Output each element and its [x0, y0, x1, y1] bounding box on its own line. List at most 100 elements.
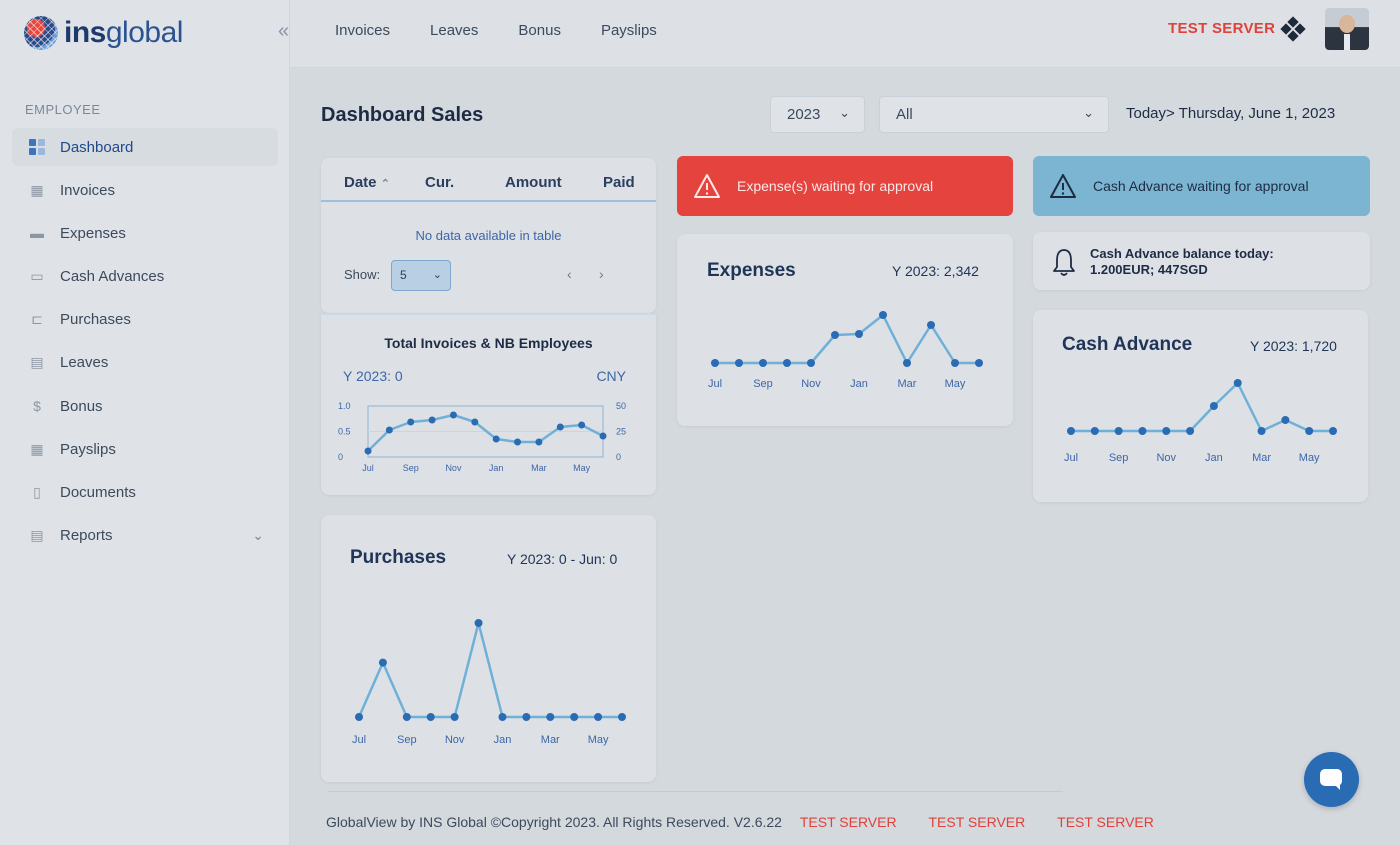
topnav-invoices[interactable]: Invoices: [335, 22, 390, 39]
x-tick-label: Jul: [1064, 452, 1078, 464]
data-point: [471, 419, 478, 426]
collapse-sidebar-icon[interactable]: «: [278, 20, 289, 43]
test-server-label: TEST SERVER: [1168, 20, 1275, 37]
x-tick-label: Jan: [850, 378, 868, 390]
x-tick-label: May: [588, 734, 609, 746]
footer-test-server: TEST SERVER: [929, 814, 1026, 830]
data-point: [855, 330, 863, 338]
data-point: [1329, 427, 1337, 435]
data-point: [403, 713, 411, 721]
sidebar-item-invoices[interactable]: ▦ Invoices: [12, 171, 278, 209]
sidebar-item-documents[interactable]: ▯ Documents: [12, 474, 278, 512]
year-select-value: 2023: [787, 106, 820, 123]
data-point: [475, 619, 483, 627]
chevron-down-icon: ⌄: [252, 527, 264, 544]
column-currency[interactable]: Cur.: [425, 174, 454, 191]
cash-advance-card: Cash Advance Y 2023: 1,720 JulSepNovJanM…: [1033, 310, 1368, 502]
data-point: [578, 422, 585, 429]
column-amount[interactable]: Amount: [505, 174, 562, 191]
data-point: [1162, 427, 1170, 435]
data-point: [879, 311, 887, 319]
purchases-chart: JulSepNovJanMarMay: [321, 515, 656, 782]
sidebar-item-leaves[interactable]: ▤ Leaves: [12, 344, 278, 382]
sidebar-item-label: Leaves: [60, 354, 108, 371]
expenses-card: Expenses Y 2023: 2,342 JulSepNovJanMarMa…: [677, 234, 1013, 426]
x-tick-label: May: [573, 463, 591, 473]
apps-icon[interactable]: [1282, 18, 1304, 40]
chat-button[interactable]: [1304, 752, 1359, 807]
column-paid[interactable]: Paid: [603, 174, 635, 191]
sidebar-item-label: Documents: [60, 484, 136, 501]
data-point: [903, 359, 911, 367]
data-point: [514, 439, 521, 446]
brand-ins: ins: [64, 16, 106, 49]
brand-logo[interactable]: insglobal: [24, 15, 183, 51]
next-page-icon[interactable]: ›: [599, 266, 604, 282]
cash-icon: ▭: [28, 268, 46, 286]
data-point: [759, 359, 767, 367]
sidebar-item-expenses[interactable]: ▬ Expenses: [12, 214, 278, 252]
sidebar-item-purchases[interactable]: ⊏ Purchases: [12, 301, 278, 339]
sort-asc-icon: ⌃: [381, 178, 390, 190]
x-tick-label: Jan: [1205, 452, 1223, 464]
data-point: [557, 424, 564, 431]
topbar: Invoices Leaves Bonus Payslips TEST SERV…: [290, 0, 1400, 68]
warning-icon: [1049, 173, 1077, 199]
y-right-tick-label: 50: [616, 401, 626, 411]
sidebar-item-reports[interactable]: ▤ Reports ⌄: [12, 517, 278, 555]
cash-advance-approval-alert[interactable]: Cash Advance waiting for approval: [1033, 156, 1370, 216]
sidebar-item-label: Expenses: [60, 225, 126, 242]
series-line: [368, 415, 603, 451]
data-point: [379, 659, 387, 667]
data-point: [1115, 427, 1123, 435]
sidebar-item-label: Bonus: [60, 398, 103, 415]
prev-page-icon[interactable]: ‹: [567, 266, 572, 282]
data-point: [1234, 379, 1242, 387]
expense-approval-alert[interactable]: Expense(s) waiting for approval: [677, 156, 1013, 216]
column-date[interactable]: Date ⌃: [344, 174, 390, 191]
data-point: [365, 448, 372, 455]
purchases-card: Purchases Y 2023: 0 - Jun: 0 JulSepNovJa…: [321, 515, 656, 782]
chevron-down-icon: ⌄: [433, 268, 442, 281]
sidebar-item-label: Purchases: [60, 311, 131, 328]
sidebar-item-payslips[interactable]: ▦ Payslips: [12, 430, 278, 468]
globe-logo-icon: [24, 16, 58, 50]
data-point: [1210, 402, 1218, 410]
data-point: [355, 713, 363, 721]
brand-global: global: [106, 16, 183, 49]
data-point: [522, 713, 530, 721]
year-select[interactable]: 2023 ⌄: [770, 96, 865, 133]
page-size-select[interactable]: 5 ⌄: [391, 260, 451, 291]
sidebar-item-bonus[interactable]: $ Bonus: [12, 387, 278, 425]
data-point: [427, 713, 435, 721]
filter-select[interactable]: All ⌄: [879, 96, 1109, 133]
x-tick-label: Jul: [708, 378, 722, 390]
y-left-tick-label: 0: [338, 452, 343, 462]
data-point: [1281, 416, 1289, 424]
topnav-leaves[interactable]: Leaves: [430, 22, 478, 39]
sidebar-item-cash-advances[interactable]: ▭ Cash Advances: [12, 258, 278, 296]
avatar[interactable]: [1325, 8, 1369, 50]
invoices-chart-card: Total Invoices & NB Employees Y 2023: 0 …: [321, 313, 656, 495]
x-tick-label: Mar: [898, 378, 917, 390]
data-point: [450, 412, 457, 419]
x-tick-label: Nov: [801, 378, 821, 390]
column-date-label: Date: [344, 174, 377, 191]
data-point: [951, 359, 959, 367]
page-title: Dashboard Sales: [321, 104, 483, 127]
sidebar-section-title: EMPLOYEE: [25, 102, 101, 117]
chevron-down-icon: ⌄: [839, 105, 850, 121]
top-navigation: Invoices Leaves Bonus Payslips: [335, 22, 657, 39]
today-date: Today> Thursday, June 1, 2023: [1126, 105, 1335, 122]
sidebar-item-dashboard[interactable]: Dashboard: [12, 128, 278, 166]
topnav-payslips[interactable]: Payslips: [601, 22, 657, 39]
topnav-bonus[interactable]: Bonus: [518, 22, 561, 39]
x-tick-label: Jan: [494, 734, 512, 746]
expense-alert-text: Expense(s) waiting for approval: [737, 178, 933, 194]
sidebar-item-label: Cash Advances: [60, 268, 164, 285]
filter-select-value: All: [896, 106, 913, 123]
data-point: [1067, 427, 1075, 435]
data-point: [546, 713, 554, 721]
x-tick-label: Sep: [403, 463, 419, 473]
wallet-icon: ▬: [28, 224, 46, 242]
